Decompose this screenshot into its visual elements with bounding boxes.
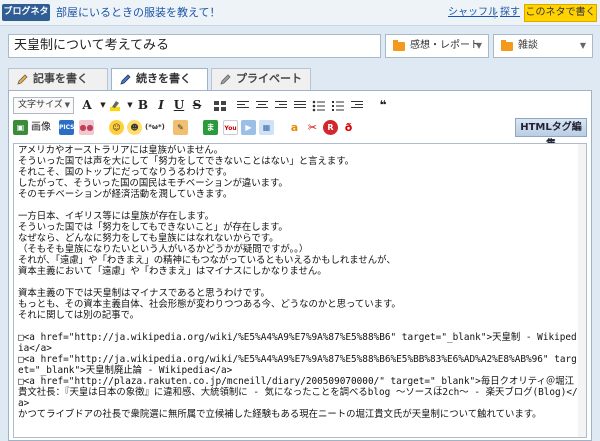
body-textarea[interactable]: アメリカやオーストラリアには皇族がいません。 そういった国では声を大にして「努力…: [13, 143, 587, 438]
rakuten-icon[interactable]: R: [323, 120, 338, 135]
genre-select[interactable]: 感想・レポート ▼: [385, 34, 489, 58]
category-select[interactable]: 雑談 ▼: [493, 34, 593, 58]
pencil-icon: [120, 74, 131, 85]
formatting-toolbar: 文字サイズ ▼ A ▼ ▼ B I U S ❝: [13, 97, 587, 115]
quote-icon[interactable]: ❝: [375, 97, 391, 114]
text-color-icon[interactable]: A: [79, 97, 95, 114]
tab-write-article[interactable]: 記事を書く: [8, 68, 108, 90]
link-separator: |: [493, 6, 497, 19]
font-size-select[interactable]: 文字サイズ ▼: [13, 97, 74, 114]
category-select-value: 雑談: [518, 40, 538, 51]
flickr-icon[interactable]: ●●: [79, 120, 94, 135]
genre-select-value: 感想・レポート: [410, 40, 480, 51]
scrollbar[interactable]: [578, 144, 586, 437]
youtube-icon[interactable]: You: [223, 120, 238, 135]
align-right-icon[interactable]: [273, 97, 289, 114]
insert-toolbar: ▣ 画像 PICS ●● ☺ ☻ (*ω*) ✎ ま You ▶ ▦ a ✂ R…: [13, 118, 587, 150]
search-topic-link[interactable]: 探す: [500, 5, 520, 21]
tab-label: 記事を書く: [33, 72, 88, 85]
html-tag-edit-button[interactable]: HTMLタグ編集: [515, 118, 587, 150]
kaomoji-icon[interactable]: (*ω*): [145, 120, 165, 135]
video-icon[interactable]: ▶: [241, 120, 256, 135]
justify-icon[interactable]: [292, 97, 308, 114]
image-button-label[interactable]: 画像: [31, 119, 51, 136]
palette-icon[interactable]: ✎: [173, 120, 188, 135]
laugh-emoji-icon[interactable]: ☻: [127, 120, 142, 135]
topic-bar: ブログネタ 部屋にいるときの服装を教えて！ シャッフル | 探す このネタで書く: [0, 0, 600, 26]
tag-icon[interactable]: ð: [341, 120, 356, 135]
pencil-icon: [220, 74, 231, 85]
pencil-icon: [17, 74, 28, 85]
folder-icon: [393, 40, 405, 51]
pics-icon[interactable]: PICS: [59, 120, 74, 135]
map-icon[interactable]: ま: [203, 120, 218, 135]
emoji-grid-icon[interactable]: [212, 97, 228, 114]
tab-label: プライベート: [236, 72, 302, 85]
bold-button[interactable]: B: [135, 97, 151, 114]
chevron-down-icon: ▼: [64, 101, 70, 109]
font-size-select-value: 文字サイズ: [18, 100, 63, 110]
strikethrough-button[interactable]: S: [189, 97, 205, 114]
scissors-icon[interactable]: ✂: [305, 120, 320, 135]
tab-continue-writing[interactable]: 続きを書く: [111, 68, 208, 91]
topic-link[interactable]: 部屋にいるときの服装を教えて！: [56, 5, 220, 21]
calendar-icon[interactable]: ▦: [259, 120, 274, 135]
underline-button[interactable]: U: [171, 97, 187, 114]
align-center-icon[interactable]: [254, 97, 270, 114]
body-text[interactable]: アメリカやオーストラリアには皇族がいません。 そういった国では声を大にして「努力…: [14, 144, 586, 421]
italic-button[interactable]: I: [153, 97, 169, 114]
editor-panel: 文字サイズ ▼ A ▼ ▼ B I U S ❝ ▣ 画像 PICS ●● ☺ ☻…: [8, 90, 592, 441]
indent-icon[interactable]: [349, 97, 365, 114]
title-input[interactable]: 天皇制について考えてみる: [8, 34, 381, 58]
amazon-icon[interactable]: a: [287, 120, 302, 135]
smile-emoji-icon[interactable]: ☺: [109, 120, 124, 135]
align-left-icon[interactable]: [235, 97, 251, 114]
shuffle-link[interactable]: シャッフル: [448, 5, 498, 21]
chevron-down-icon: ▼: [475, 41, 482, 50]
highlight-icon[interactable]: [107, 97, 123, 114]
chevron-down-icon: ▼: [579, 41, 586, 50]
tab-label: 続きを書く: [136, 72, 191, 85]
folder-icon: [501, 40, 513, 51]
numbered-list-icon[interactable]: [330, 97, 346, 114]
bullet-list-icon[interactable]: [311, 97, 327, 114]
blog-topic-badge: ブログネタ: [2, 4, 50, 21]
tab-private[interactable]: プライベート: [211, 68, 311, 90]
use-topic-button[interactable]: このネタで書く: [524, 4, 597, 22]
image-icon[interactable]: ▣: [13, 120, 28, 135]
